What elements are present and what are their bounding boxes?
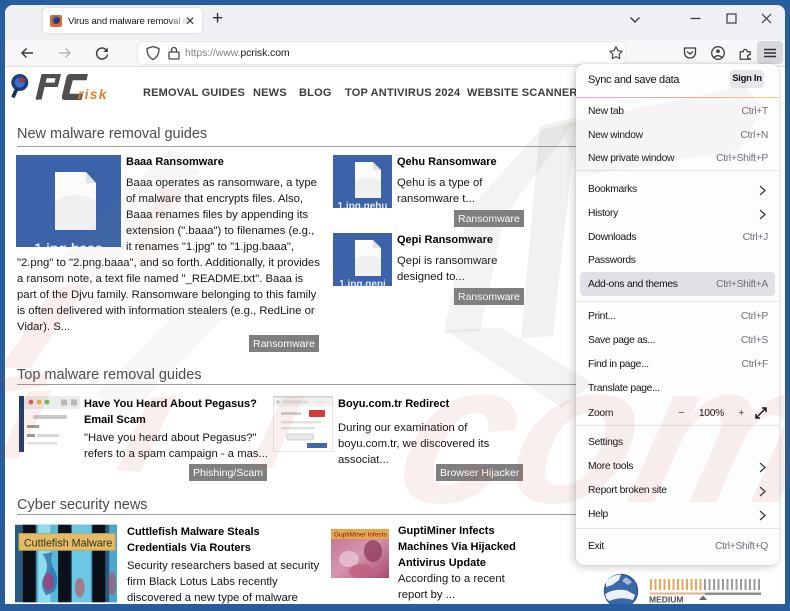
svg-text:GuptiMiner Infects: GuptiMiner Infects [334,532,387,539]
svg-text:MEDIUM: MEDIUM [649,595,683,605]
svg-text:risk: risk [78,86,108,102]
svg-text:Cuttlefish Malware: Cuttlefish Malware [24,537,113,549]
